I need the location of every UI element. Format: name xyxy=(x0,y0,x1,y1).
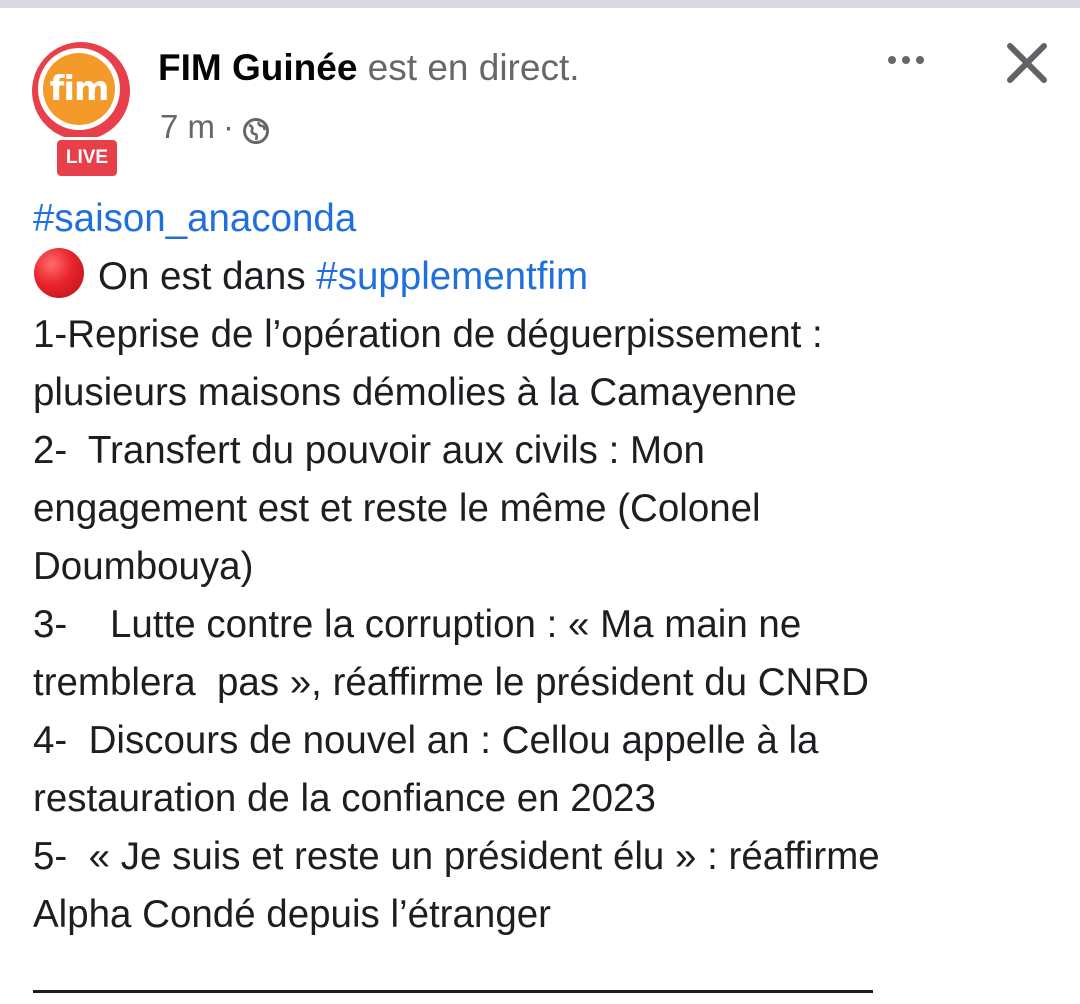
post-line: 4- Discours de nouvel an : Cellou appell… xyxy=(33,719,819,762)
meta-separator: · xyxy=(223,108,235,145)
post-line: 5- « Je suis et reste un président élu »… xyxy=(33,835,880,878)
more-options-icon[interactable] xyxy=(876,40,936,80)
post-timestamp[interactable]: 7 m xyxy=(160,106,215,148)
post-line: Alpha Condé depuis l’étranger xyxy=(33,893,551,936)
close-icon[interactable] xyxy=(1000,36,1054,90)
live-badge: LIVE xyxy=(54,137,120,179)
post-line: tremblera pas », réaffirme le président … xyxy=(33,661,869,704)
post-line: 2- Transfert du pouvoir aux civils : Mon xyxy=(33,429,705,472)
post-line: 1-Reprise de l’opération de déguerpissem… xyxy=(33,313,823,356)
post-line: plusieurs maisons démolies à la Camayenn… xyxy=(33,371,797,414)
post-line: Doumbouya) xyxy=(33,545,254,588)
hashtag-supplementfim[interactable]: #supplementfim xyxy=(316,255,588,298)
post-meta: 7 m · xyxy=(160,106,270,148)
post-text: #saison_anaconda On est dans #supplement… xyxy=(33,190,1063,944)
page-avatar[interactable]: fim LIVE xyxy=(30,40,138,180)
top-edge xyxy=(0,0,1080,8)
underscore-divider xyxy=(33,990,873,993)
globe-icon[interactable] xyxy=(242,113,270,144)
post-line: restauration de la confiance en 2023 xyxy=(33,777,656,820)
page-name-link[interactable]: FIM Guinée xyxy=(158,47,357,88)
hashtag-saison-anaconda[interactable]: #saison_anaconda xyxy=(33,197,356,240)
intro-text: On est dans xyxy=(98,255,317,298)
post-line: engagement est et reste le même (Colonel xyxy=(33,487,761,530)
fim-logo: fim xyxy=(43,53,115,125)
red-circle-icon xyxy=(34,248,84,298)
live-status-text: est en direct. xyxy=(357,47,580,88)
post-line: 3- Lutte contre la corruption : « Ma mai… xyxy=(33,603,802,646)
post-header-title: FIM Guinée est en direct. xyxy=(158,45,580,91)
